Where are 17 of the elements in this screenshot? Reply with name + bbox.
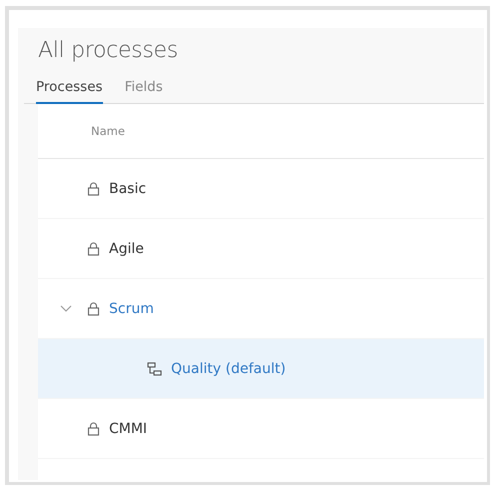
chevron-icon[interactable] bbox=[60, 304, 72, 312]
lock-icon bbox=[87, 242, 100, 256]
hierarchy-icon bbox=[147, 362, 162, 376]
column-header[interactable]: Name bbox=[91, 124, 125, 138]
process-row[interactable]: Basic bbox=[38, 159, 484, 219]
page-title: All processes bbox=[38, 38, 179, 63]
process-name[interactable]: Scrum bbox=[109, 300, 154, 316]
process-row[interactable]: CMMI bbox=[38, 399, 484, 459]
process-row[interactable]: Quality (default) bbox=[38, 339, 484, 399]
process-name[interactable]: Agile bbox=[109, 240, 144, 256]
lock-icon bbox=[87, 182, 100, 196]
process-row[interactable]: Agile bbox=[38, 219, 484, 279]
process-name[interactable]: Basic bbox=[109, 180, 146, 196]
lock-icon bbox=[87, 422, 100, 436]
process-name[interactable]: Quality (default) bbox=[171, 360, 286, 376]
process-name[interactable]: CMMI bbox=[109, 420, 148, 436]
lock-icon bbox=[87, 302, 100, 316]
